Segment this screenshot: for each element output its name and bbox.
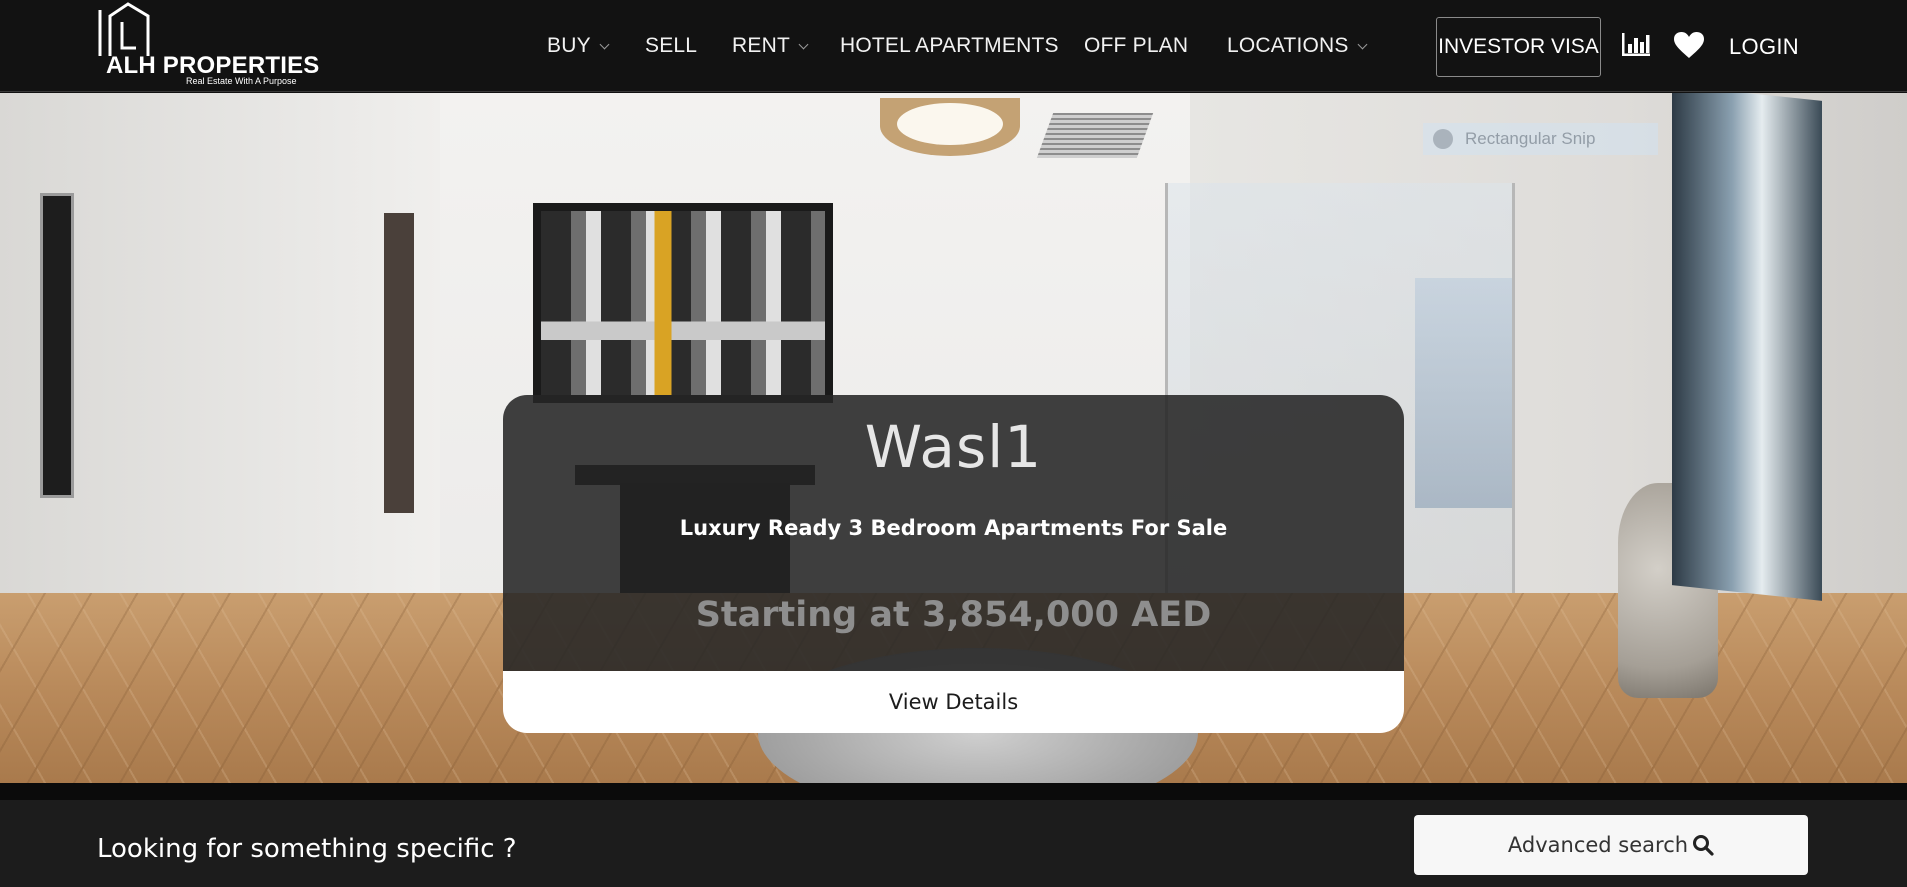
hero-photo-door [384,213,414,513]
property-title: Wasl1 [864,413,1043,481]
nav-item-buy[interactable]: BUY [547,34,610,58]
brand-logo[interactable]: ALH PROPERTIES Real Estate With A Purpos… [96,2,319,88]
bar-chart-icon[interactable] [1621,32,1651,63]
section-divider [0,783,1907,800]
hero-photo-ceiling-lamp [897,103,1003,145]
hero-photo-artwork [40,193,74,498]
hero-photo-vent [1036,113,1154,158]
chevron-down-icon [798,39,809,50]
nav-item-label: SELL [645,34,698,57]
property-subtitle: Luxury Ready 3 Bedroom Apartments For Sa… [679,516,1228,540]
hero-photo-painting [533,203,833,403]
nav-item-sell[interactable]: SELL [645,34,697,58]
nav-item-label: OFF PLAN [1084,34,1189,57]
nav-item-label: LOCATIONS [1227,34,1349,57]
view-details-button[interactable]: View Details [503,671,1404,733]
nav-item-label: RENT [732,34,790,57]
brand-tagline: Real Estate With A Purpose [186,76,297,86]
chevron-down-icon [599,39,610,50]
search-heading: Looking for something specific ? [97,834,517,864]
rectangular-snip-overlay: Rectangular Snip [1423,123,1658,155]
property-price: Starting at 3,854,000 AED [695,595,1212,635]
heart-icon[interactable] [1674,32,1704,64]
nav-item-off-plan[interactable]: OFF PLAN [1084,34,1188,58]
site-header: ALH PROPERTIES Real Estate With A Purpos… [0,0,1907,92]
nav-item-label: BUY [547,34,591,57]
nav-item-locations[interactable]: LOCATIONS [1227,34,1368,58]
hero-photo-artwork [1672,93,1822,601]
search-section: Looking for something specific ? Advance… [0,800,1907,887]
advanced-search-button[interactable]: Advanced search [1414,815,1808,875]
nav-item-rent[interactable]: RENT [732,34,809,58]
investor-visa-button[interactable]: INVESTOR VISA [1436,17,1601,77]
chevron-down-icon [1357,39,1368,50]
snip-label: Rectangular Snip [1465,129,1596,148]
featured-property-card: Wasl1 Luxury Ready 3 Bedroom Apartments … [503,395,1404,733]
advanced-search-label: Advanced search [1507,833,1689,857]
nav-item-hotel-apartments[interactable]: HOTEL APARTMENTS [840,34,1059,58]
record-dot-icon [1433,129,1453,149]
search-icon [1693,835,1714,856]
card-body: Wasl1 Luxury Ready 3 Bedroom Apartments … [503,395,1404,671]
house-logo-icon [98,2,150,56]
login-link[interactable]: LOGIN [1729,34,1799,60]
nav-item-label: HOTEL APARTMENTS [840,34,1059,57]
hero-banner: Rectangular Snip Wasl1 Luxury Ready 3 Be… [0,93,1907,783]
